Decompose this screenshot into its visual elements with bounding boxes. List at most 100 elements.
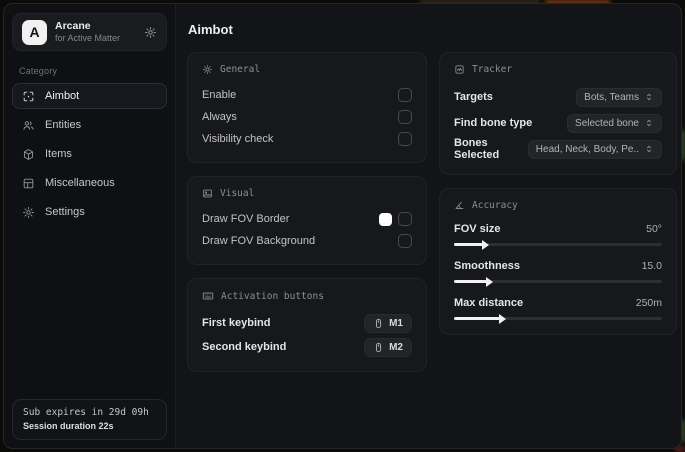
always-checkbox[interactable] — [398, 110, 412, 124]
enable-checkbox[interactable] — [398, 88, 412, 102]
slider-fov-size: FOV size 50° — [454, 220, 662, 250]
sidebar-item-label: Miscellaneous — [45, 177, 115, 189]
slider-thumb[interactable] — [498, 313, 506, 324]
setting-label: Targets — [454, 91, 493, 103]
find-bone-type-select[interactable]: Selected bone — [567, 113, 662, 133]
app-title-block: Arcane for Active Matter — [55, 20, 136, 43]
slider-value: 250m — [635, 296, 662, 309]
sidebar-item-label: Items — [45, 148, 72, 160]
keybind-value: M2 — [389, 341, 403, 353]
slider-thumb[interactable] — [482, 239, 490, 250]
panels-icon — [22, 177, 35, 190]
first-keybind-button[interactable]: M1 — [364, 313, 412, 333]
sidebar-item-aimbot[interactable]: Aimbot — [12, 83, 167, 109]
setting-label: First keybind — [202, 317, 271, 329]
bones-selected-select[interactable]: Head, Neck, Body, Pe.. — [527, 139, 662, 159]
mouse-icon — [373, 318, 384, 329]
people-icon — [22, 119, 35, 132]
sidebar: A Arcane for Active Matter Category Aimb… — [4, 4, 176, 448]
sidebar-item-label: Entities — [45, 119, 82, 131]
setting-label: Second keybind — [202, 341, 287, 353]
slider-label: Smoothness — [454, 259, 521, 272]
setting-row-visibility-check: Visibility check — [202, 128, 412, 150]
left-column: General Enable Always Visibility check V… — [187, 52, 427, 372]
section-title: Activation buttons — [221, 290, 324, 302]
slider-thumb[interactable] — [486, 276, 494, 287]
setting-row-enable: Enable — [202, 84, 412, 106]
sidebar-item-settings[interactable]: Settings — [12, 199, 167, 225]
slider-label: Max distance — [454, 296, 524, 309]
image-icon — [202, 188, 213, 199]
app-name: Arcane — [55, 20, 91, 33]
sidebar-item-entities[interactable]: Entities — [12, 112, 167, 138]
select-value: Head, Neck, Body, Pe.. — [535, 143, 639, 155]
setting-label: Draw FOV Border — [202, 213, 290, 225]
setting-label: Find bone type — [454, 117, 533, 129]
select-value: Selected bone — [575, 117, 639, 129]
activation-buttons-card: Activation buttons First keybind M1 Seco… — [187, 278, 427, 372]
slider-value: 15.0 — [641, 259, 662, 272]
scan-icon — [454, 64, 465, 75]
adjust-icon — [202, 64, 213, 75]
setting-row-draw-fov-background: Draw FOV Background — [202, 230, 412, 252]
sidebar-item-label: Aimbot — [45, 90, 80, 102]
cube-icon — [22, 148, 35, 161]
draw-fov-border-checkbox[interactable] — [398, 212, 412, 226]
visual-card-header: Visual — [202, 188, 412, 199]
fov-border-color-swatch[interactable] — [379, 212, 392, 226]
mouse-icon — [373, 342, 384, 353]
setting-label: Visibility check — [202, 133, 274, 145]
draw-fov-background-checkbox[interactable] — [398, 234, 412, 248]
app-window: A Arcane for Active Matter Category Aimb… — [3, 3, 682, 449]
slider-label: FOV size — [454, 222, 501, 235]
crosshair-icon — [22, 90, 35, 103]
keybind-value: M1 — [389, 317, 403, 329]
general-card-header: General — [202, 64, 412, 75]
app-header-card: A Arcane for Active Matter — [12, 13, 167, 51]
unfold-icon — [644, 92, 654, 102]
gear-icon[interactable] — [144, 26, 157, 39]
section-title: Visual — [220, 188, 255, 199]
select-value: Bots, Teams — [584, 91, 639, 103]
section-title: General — [220, 64, 261, 75]
unfold-icon — [644, 144, 654, 154]
setting-row-always: Always — [202, 106, 412, 128]
sub-expiry-text: Sub expires in 29d 09h — [23, 407, 149, 418]
general-card: General Enable Always Visibility check — [187, 52, 427, 163]
slider-value: 50° — [646, 222, 662, 235]
sidebar-item-items[interactable]: Items — [12, 141, 167, 167]
sidebar-item-label: Settings — [45, 206, 85, 218]
app-subtitle: for Active Matter — [55, 32, 121, 43]
targets-select[interactable]: Bots, Teams — [576, 87, 662, 107]
session-duration-text: Session duration 22s — [23, 421, 114, 431]
setting-row-find-bone-type: Find bone type Selected bone — [454, 110, 662, 136]
setting-label: Always — [202, 111, 237, 123]
activation-card-header: Activation buttons — [202, 290, 412, 302]
tracker-card: Tracker Targets Bots, Teams Find bone ty… — [439, 52, 677, 175]
section-title: Tracker — [472, 64, 513, 75]
accuracy-card-header: Accuracy — [454, 200, 662, 211]
main-content: Aimbot General Enable Always Visibility … — [176, 4, 681, 448]
setting-row-targets: Targets Bots, Teams — [454, 84, 662, 110]
section-title: Accuracy — [472, 200, 518, 211]
accuracy-card: Accuracy FOV size 50° Smoothness 15.0 Ma… — [439, 188, 677, 335]
sidebar-item-miscellaneous[interactable]: Miscellaneous — [12, 170, 167, 196]
category-label: Category — [19, 66, 58, 76]
gear-icon — [22, 206, 35, 219]
visual-card: Visual Draw FOV Border Draw FOV Backgrou… — [187, 176, 427, 265]
setting-label: Bones Selected — [454, 137, 500, 161]
setting-label: Enable — [202, 89, 237, 101]
visibility-check-checkbox[interactable] — [398, 132, 412, 146]
setting-row-first-keybind: First keybind M1 — [202, 311, 412, 335]
tracker-card-header: Tracker — [454, 64, 662, 75]
second-keybind-button[interactable]: M2 — [364, 337, 412, 357]
max-distance-slider[interactable] — [454, 313, 662, 324]
app-logo: A — [22, 19, 47, 45]
setting-label: Draw FOV Background — [202, 235, 316, 247]
setting-row-draw-fov-border: Draw FOV Border — [202, 208, 412, 230]
smoothness-slider[interactable] — [454, 276, 662, 287]
fov-size-slider[interactable] — [454, 239, 662, 250]
angle-icon — [454, 200, 465, 211]
setting-row-second-keybind: Second keybind M2 — [202, 335, 412, 359]
page-title: Aimbot — [188, 22, 233, 37]
